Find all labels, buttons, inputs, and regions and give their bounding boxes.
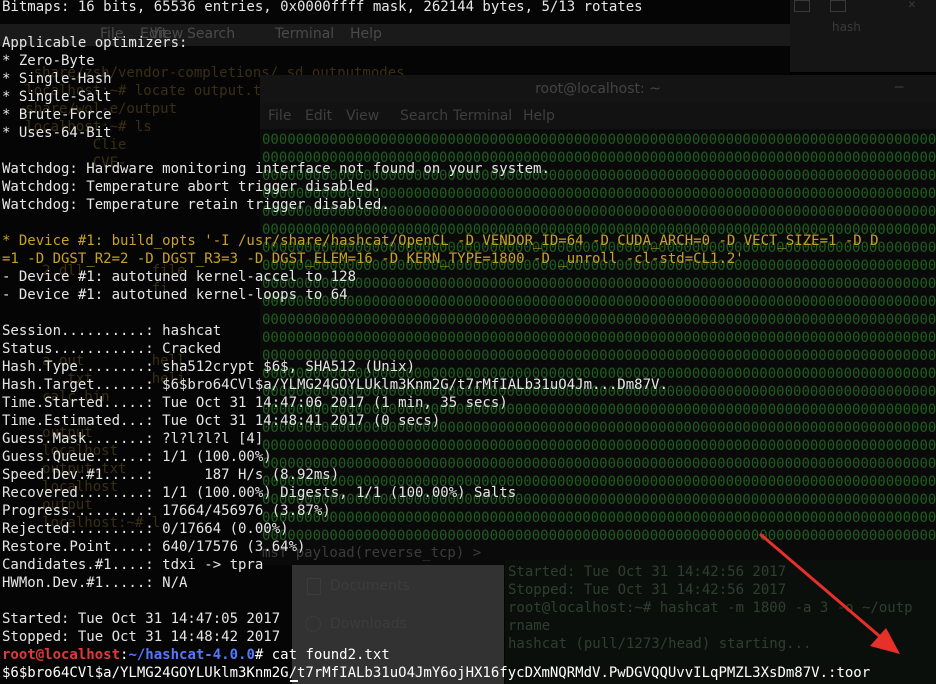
annotation-arrow	[759, 532, 900, 654]
arrow-shaft	[759, 532, 885, 642]
